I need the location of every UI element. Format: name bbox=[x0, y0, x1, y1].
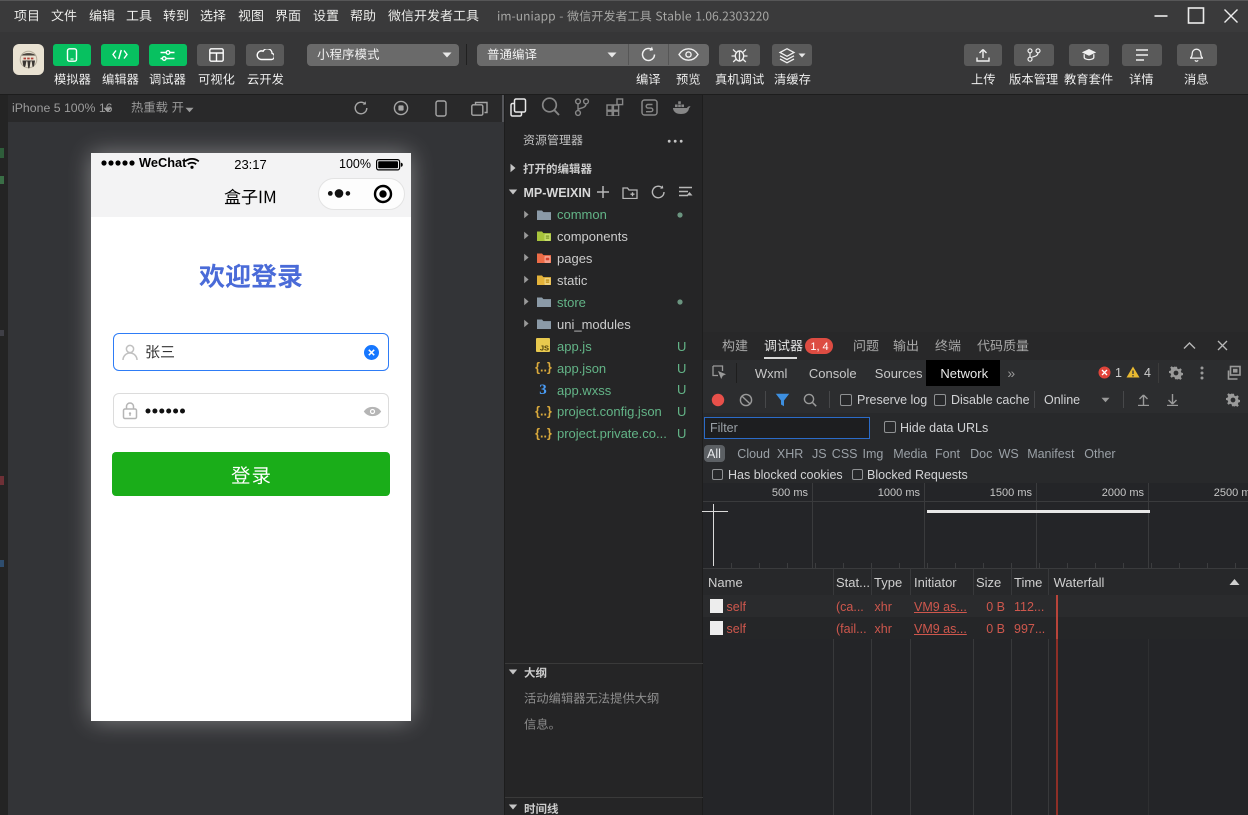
svg-text:{..}: {..} bbox=[535, 361, 552, 375]
svg-text:JS: JS bbox=[540, 344, 549, 353]
svg-text:3: 3 bbox=[539, 382, 547, 397]
svg-text:{..}: {..} bbox=[535, 427, 552, 441]
svg-text:{..}: {..} bbox=[535, 405, 552, 419]
